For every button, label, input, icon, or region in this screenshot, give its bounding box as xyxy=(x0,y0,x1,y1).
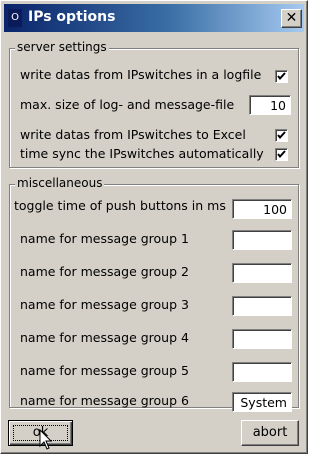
group-1-label: name for message group 1 xyxy=(20,231,189,246)
ips-options-dialog: O IPs options ✕ server settings write da… xyxy=(0,0,308,454)
group-3-label: name for message group 3 xyxy=(20,297,189,312)
toggle-time-input[interactable]: 100 xyxy=(232,199,292,219)
check-icon xyxy=(277,150,286,159)
group-6-label: name for message group 6 xyxy=(20,393,189,408)
check-icon xyxy=(277,131,286,140)
app-icon: O xyxy=(8,9,22,27)
max-size-input[interactable]: 10 xyxy=(249,95,291,115)
group-5-input[interactable] xyxy=(232,362,292,382)
group-3-input[interactable] xyxy=(232,296,292,316)
group-4-label: name for message group 4 xyxy=(20,330,189,345)
abort-button-label: abort xyxy=(252,425,288,440)
dialog-title: IPs options xyxy=(28,9,116,25)
title-bar[interactable]: O IPs options ✕ xyxy=(4,4,304,32)
toggle-time-label: toggle time of push buttons in ms xyxy=(14,198,226,213)
logfile-label: write datas from IPswitches in a logfile xyxy=(20,67,262,82)
max-size-label: max. size of log- and message-file xyxy=(20,97,235,112)
close-icon: ✕ xyxy=(285,10,298,26)
abort-button[interactable]: abort xyxy=(241,420,299,446)
timesync-checkbox[interactable] xyxy=(275,148,288,161)
logfile-checkbox[interactable] xyxy=(275,70,288,83)
group-1-input[interactable] xyxy=(232,230,292,250)
server-settings-group: server settings write datas from IPswitc… xyxy=(9,40,299,168)
group-2-input[interactable] xyxy=(232,263,292,283)
timesync-label: time sync the IPswitches automatically xyxy=(20,146,264,161)
check-icon xyxy=(277,72,286,81)
group-6-input[interactable]: System xyxy=(232,392,292,412)
miscellaneous-group: miscellaneous toggle time of push button… xyxy=(9,176,299,412)
excel-label: write datas from IPswitches to Excel xyxy=(20,127,246,142)
excel-checkbox[interactable] xyxy=(275,129,288,142)
group-4-input[interactable] xyxy=(232,329,292,349)
group-5-label: name for message group 5 xyxy=(20,363,189,378)
miscellaneous-title: miscellaneous xyxy=(15,176,105,190)
group-2-label: name for message group 2 xyxy=(20,264,189,279)
mouse-pointer-icon xyxy=(39,429,53,450)
server-settings-title: server settings xyxy=(15,40,109,54)
close-button[interactable]: ✕ xyxy=(281,9,302,28)
